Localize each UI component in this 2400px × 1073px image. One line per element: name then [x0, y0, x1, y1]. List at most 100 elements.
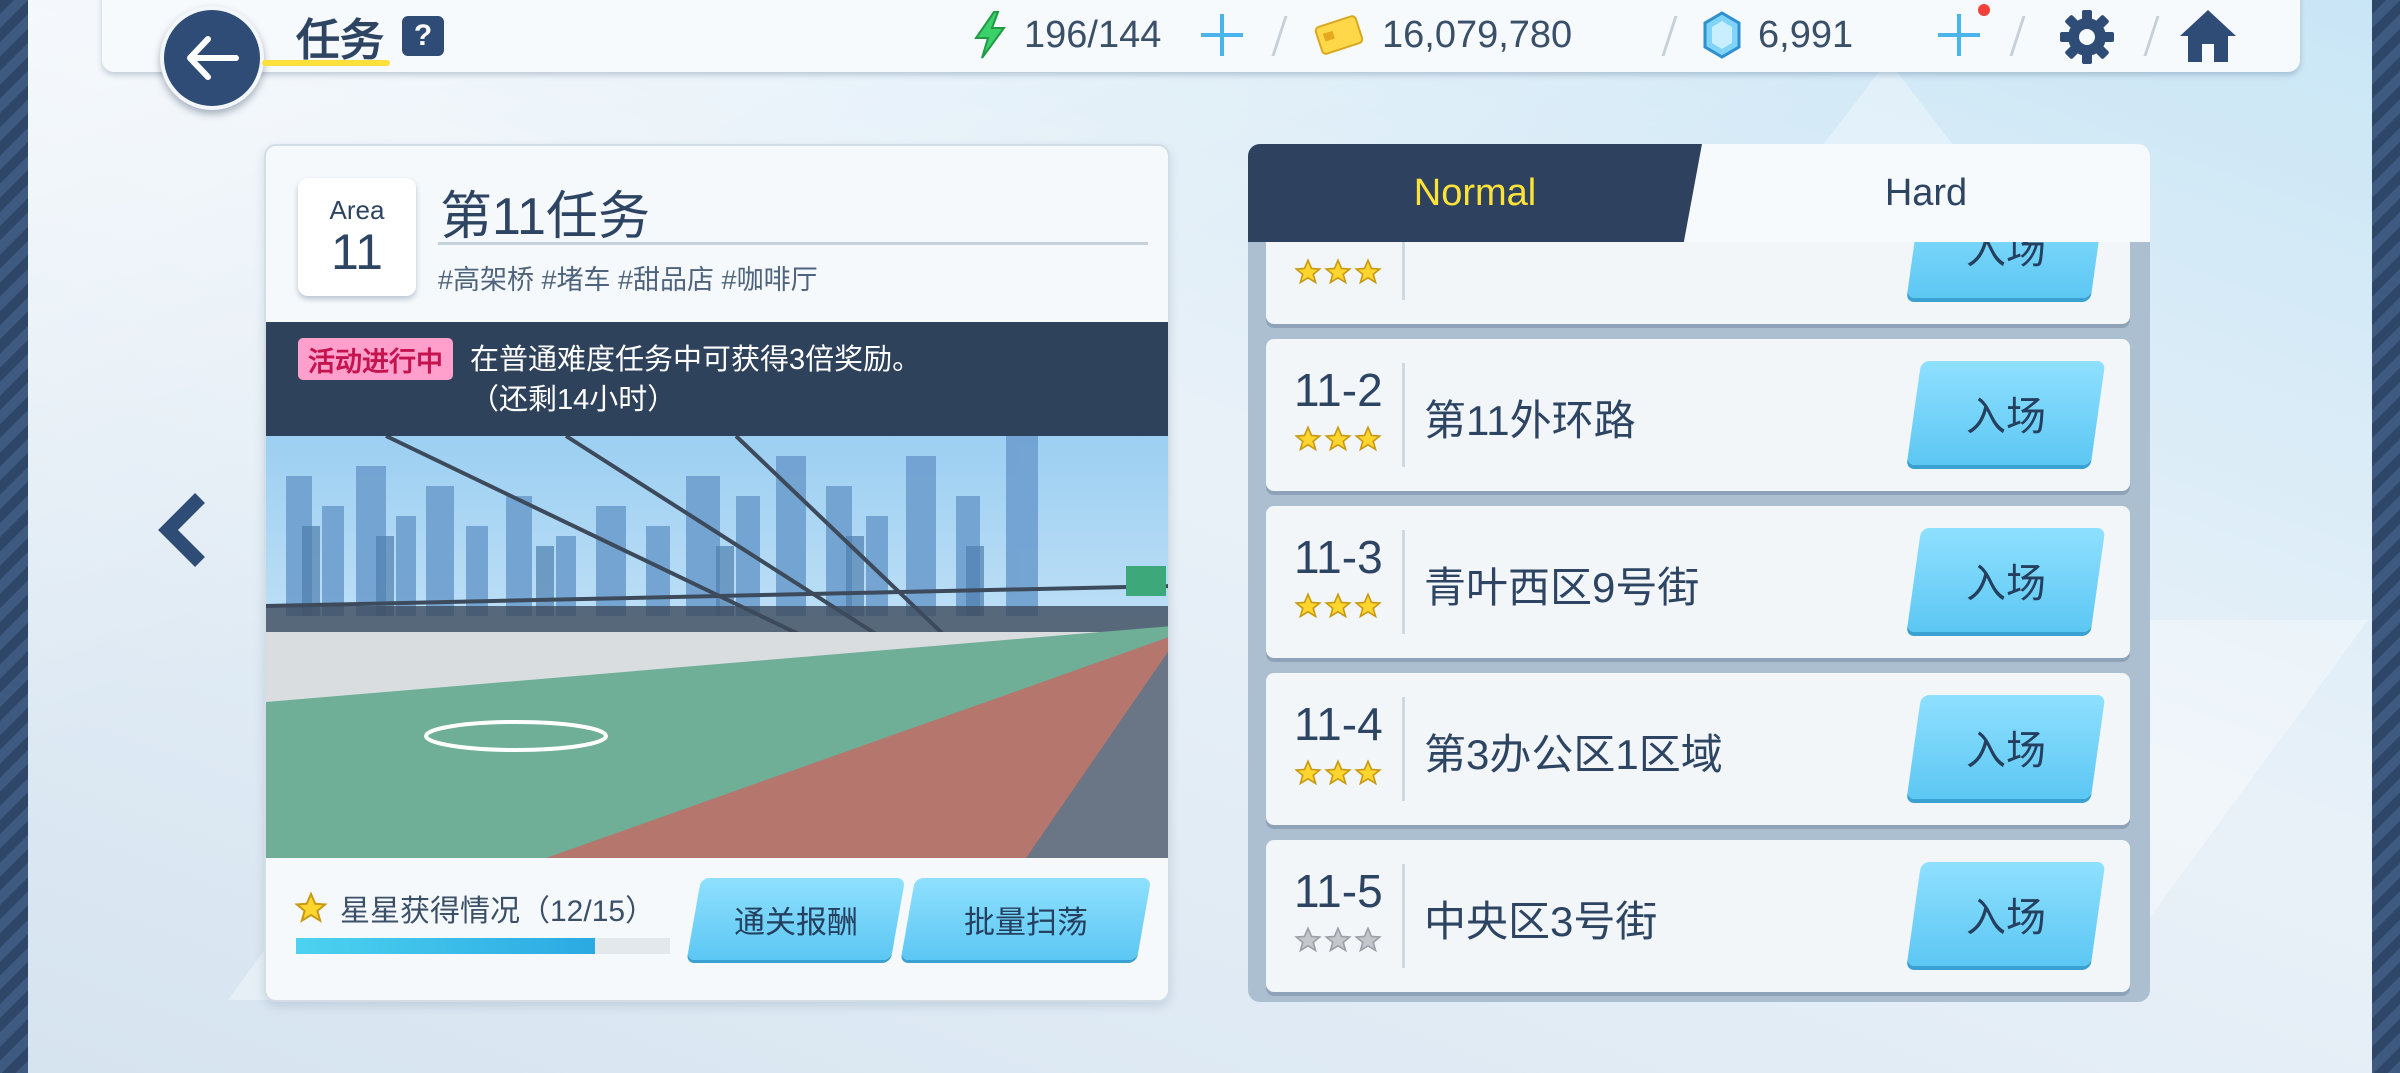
area-title: 第11任务 — [440, 188, 650, 246]
stars-progress-fill — [296, 938, 596, 954]
star-icon — [294, 891, 328, 923]
credits-value: 16,079,780 — [1382, 13, 1573, 56]
stars-progress-bar — [296, 938, 670, 954]
tab-normal[interactable]: Normal — [1248, 144, 1702, 242]
help-button[interactable]: ? — [402, 16, 444, 56]
difficulty-tabs: Normal Hard — [1248, 144, 2150, 242]
title-underline — [262, 60, 390, 66]
stage-number: 11-4 — [1294, 698, 1383, 750]
stage-stars — [1294, 592, 1382, 625]
star-icon — [1354, 592, 1382, 625]
stage-divider — [1402, 697, 1405, 801]
star-icon — [1294, 759, 1322, 792]
enter-stage-button[interactable]: 入场 — [1906, 528, 2106, 632]
stage-row[interactable]: 11-2 第11外环路 入场 — [1266, 339, 2130, 491]
area-label: Area — [329, 195, 385, 226]
stage-stars — [1294, 425, 1382, 458]
gems-plus-button[interactable] — [1936, 12, 1982, 58]
stage-stars — [1294, 759, 1382, 792]
star-icon — [1294, 592, 1322, 625]
chevron-left-icon — [158, 493, 205, 567]
stage-divider — [1402, 530, 1405, 634]
stage-divider — [1402, 242, 1405, 300]
stage-number: 11-1 — [1294, 242, 1383, 250]
stage-name: 中央区3号街 — [1424, 898, 1658, 945]
clear-rewards-button[interactable]: 通关报酬 — [686, 878, 906, 960]
star-icon — [1294, 258, 1322, 291]
gems-value: 6,991 — [1758, 13, 1854, 56]
credit-card-icon — [1314, 15, 1364, 55]
area-badge: Area 11 — [298, 178, 416, 296]
enter-stage-label: 入场 — [1966, 242, 2046, 272]
event-banner: 活动进行中 在普通难度任务中可获得3倍奖励。 （还剩14小时） — [266, 322, 1168, 436]
star-icon — [1324, 759, 1352, 792]
batch-sweep-button[interactable]: 批量扫荡 — [900, 878, 1152, 960]
enter-stage-label: 入场 — [1966, 729, 2046, 773]
stage-row[interactable]: 11-3 青叶西区9号街 入场 — [1266, 506, 2130, 658]
star-summary-text: 星星获得情况（12/15） — [340, 895, 656, 928]
stage-name: 第3办公区1区域 — [1424, 731, 1723, 778]
gear-icon — [2060, 10, 2114, 64]
stage-row[interactable]: 11-1 入场 — [1266, 242, 2130, 324]
home-icon — [2180, 10, 2236, 62]
gem-icon — [1703, 11, 1741, 59]
clear-rewards-label: 通关报酬 — [734, 904, 858, 940]
ap-counter: 196/144 — [972, 11, 1162, 59]
stage-list[interactable]: 11-1入场11-2第11外环路入场11-3青叶西区9号街入场11-4第3办公区… — [1248, 242, 2150, 1002]
back-button[interactable] — [160, 6, 264, 110]
credits-counter: 16,079,780 — [1314, 12, 1572, 58]
star-icon — [1294, 425, 1322, 458]
enter-stage-label: 入场 — [1966, 896, 2046, 940]
energy-icon — [974, 11, 1006, 59]
area-tags: #高架桥 #堵车 #甜品店 #咖啡厅 — [438, 265, 818, 295]
stage-number: 11-2 — [1294, 364, 1383, 416]
stage-panel: Normal Hard 11-1入场11-2第11外环路入场11-3青叶西区9号… — [1248, 144, 2150, 1002]
settings-button[interactable] — [2056, 6, 2118, 68]
event-line-2: （还剩14小时） — [470, 384, 677, 416]
stage-divider — [1402, 363, 1405, 467]
ap-plus-button[interactable] — [1199, 12, 1245, 58]
stage-divider — [1402, 864, 1405, 968]
stage-row[interactable]: 11-4 第3办公区1区域 入场 — [1266, 673, 2130, 825]
home-button[interactable] — [2176, 4, 2240, 68]
gems-counter: 6,991 — [1702, 11, 1854, 59]
help-icon: ? — [413, 19, 433, 52]
event-badge: 活动进行中 — [298, 338, 453, 380]
frame-right — [2372, 0, 2400, 1073]
area-number: 11 — [331, 224, 383, 281]
event-text: 在普通难度任务中可获得3倍奖励。 （还剩14小时） — [470, 340, 921, 420]
frame-left — [0, 0, 28, 1073]
star-icon — [1354, 926, 1382, 959]
star-icon — [1324, 425, 1352, 458]
stage-name: 第11外环路 — [1424, 397, 1636, 444]
stage-number: 11-5 — [1294, 865, 1383, 917]
enter-stage-button[interactable]: 入场 — [1906, 361, 2106, 465]
area-scene-image — [266, 436, 1168, 858]
star-icon — [1354, 425, 1382, 458]
enter-stage-label: 入场 — [1966, 562, 2046, 606]
prev-area-button[interactable] — [156, 490, 216, 570]
page-title: 任务 — [296, 16, 384, 65]
area-panel: Area 11 第11任务 #高架桥 #堵车 #甜品店 #咖啡厅 活动进行中 在… — [264, 144, 1170, 1002]
enter-stage-button[interactable]: 入场 — [1906, 862, 2106, 966]
enter-stage-button[interactable]: 入场 — [1906, 242, 2106, 298]
star-icon — [1354, 759, 1382, 792]
title-divider — [438, 242, 1148, 245]
stage-number: 11-3 — [1294, 531, 1383, 583]
star-icon — [1294, 926, 1322, 959]
back-arrow-icon — [187, 36, 239, 80]
star-icon — [1324, 592, 1352, 625]
notification-dot — [1978, 4, 1990, 16]
stage-name: 青叶西区9号街 — [1424, 564, 1700, 611]
batch-sweep-label: 批量扫荡 — [964, 904, 1088, 940]
star-icon — [1324, 258, 1352, 291]
star-icon — [1324, 926, 1352, 959]
stage-stars — [1294, 258, 1382, 291]
stage-row[interactable]: 11-5 中央区3号街 入场 — [1266, 840, 2130, 992]
enter-stage-label: 入场 — [1966, 395, 2046, 439]
ap-value: 196/144 — [1024, 13, 1162, 56]
event-line-1: 在普通难度任务中可获得3倍奖励。 — [470, 344, 922, 376]
enter-stage-button[interactable]: 入场 — [1906, 695, 2106, 799]
star-icon — [1354, 258, 1382, 291]
tab-hard[interactable]: Hard — [1702, 144, 2150, 242]
